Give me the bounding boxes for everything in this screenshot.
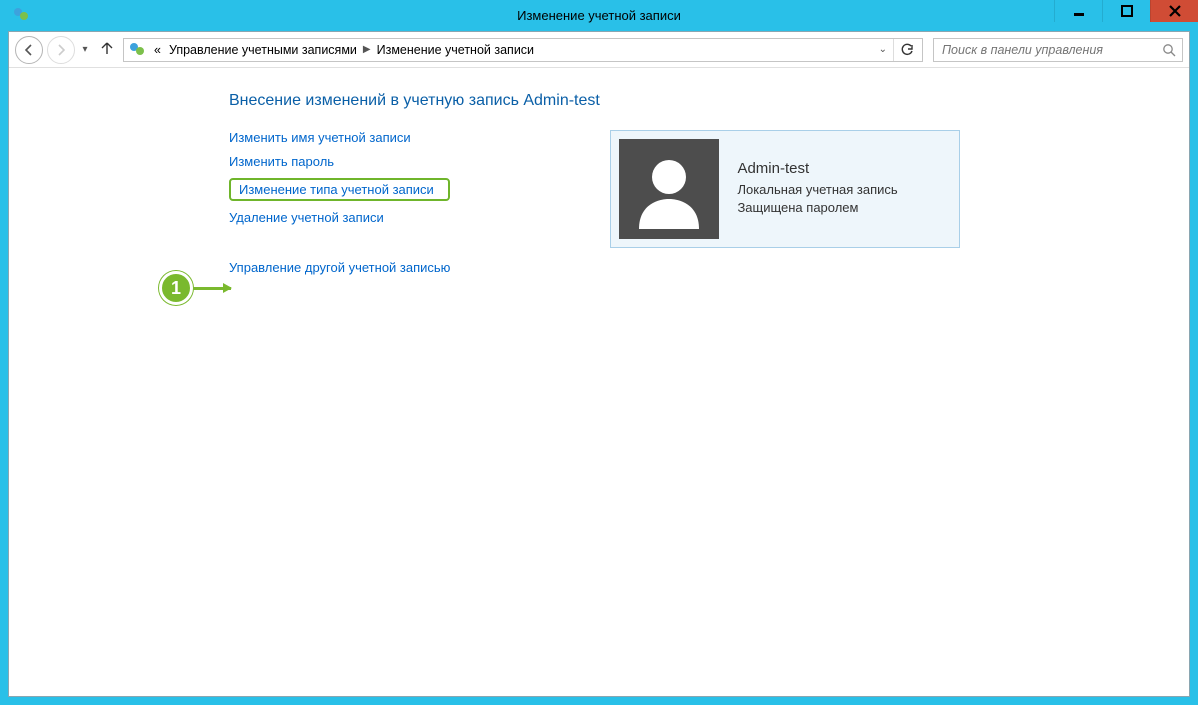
avatar xyxy=(619,139,719,239)
link-rename-account[interactable]: Изменить имя учетной записи xyxy=(229,130,450,145)
account-name: Admin-test xyxy=(737,159,897,179)
arrow-right-icon xyxy=(54,43,68,57)
client-area: ▾ « Управление учетными записями ▶ Измен… xyxy=(8,31,1190,697)
link-delete-account[interactable]: Удаление учетной записи xyxy=(229,210,450,225)
search-icon xyxy=(1162,43,1176,57)
address-bar[interactable]: « Управление учетными записями ▶ Изменен… xyxy=(123,38,923,62)
chevron-right-icon[interactable]: ▶ xyxy=(361,44,373,55)
address-dropdown-icon[interactable]: ⌄ xyxy=(873,44,893,55)
arrow-left-icon xyxy=(22,43,36,57)
up-button[interactable] xyxy=(99,40,115,59)
breadcrumb-segment[interactable]: Изменение учетной записи xyxy=(373,43,538,57)
window-controls xyxy=(1054,0,1198,22)
content-area: Внесение изменений в учетную запись Admi… xyxy=(9,68,1189,696)
page-heading: Внесение изменений в учетную запись Admi… xyxy=(229,92,1169,110)
link-manage-other-account[interactable]: Управление другой учетной записью xyxy=(229,260,450,275)
search-box[interactable] xyxy=(933,38,1183,62)
breadcrumb-segment[interactable]: Управление учетными записями xyxy=(165,43,361,57)
titlebar: Изменение учетной записи xyxy=(8,0,1190,31)
link-change-account-type[interactable]: Изменение типа учетной записи xyxy=(229,178,450,201)
maximize-button[interactable] xyxy=(1102,0,1150,22)
annotation-arrow-icon xyxy=(193,287,231,290)
arrow-up-icon xyxy=(99,40,115,56)
annotation-step-number: 1 xyxy=(159,271,193,305)
annotation-marker: 1 xyxy=(159,271,231,305)
forward-button[interactable] xyxy=(47,36,75,64)
account-info: Admin-test Локальная учетная запись Защи… xyxy=(737,139,897,216)
breadcrumb-prefix: « xyxy=(150,43,165,57)
refresh-button[interactable] xyxy=(893,39,920,61)
refresh-icon xyxy=(900,43,914,57)
action-links: Изменить имя учетной записи Изменить пар… xyxy=(229,130,450,275)
navigation-bar: ▾ « Управление учетными записями ▶ Измен… xyxy=(9,32,1189,68)
app-icon xyxy=(12,6,30,27)
link-change-password[interactable]: Изменить пароль xyxy=(229,154,450,169)
search-input[interactable] xyxy=(940,42,1156,58)
user-silhouette-icon xyxy=(629,149,709,229)
close-button[interactable] xyxy=(1150,0,1198,22)
user-accounts-icon xyxy=(128,41,146,59)
account-type: Локальная учетная запись xyxy=(737,181,897,199)
window-title: Изменение учетной записи xyxy=(517,8,681,23)
minimize-button[interactable] xyxy=(1054,0,1102,22)
account-card: Admin-test Локальная учетная запись Защи… xyxy=(610,130,960,248)
window-frame: Изменение учетной записи ▾ xyxy=(0,0,1198,705)
account-password-status: Защищена паролем xyxy=(737,199,897,217)
history-dropdown[interactable]: ▾ xyxy=(79,44,91,55)
back-button[interactable] xyxy=(15,36,43,64)
